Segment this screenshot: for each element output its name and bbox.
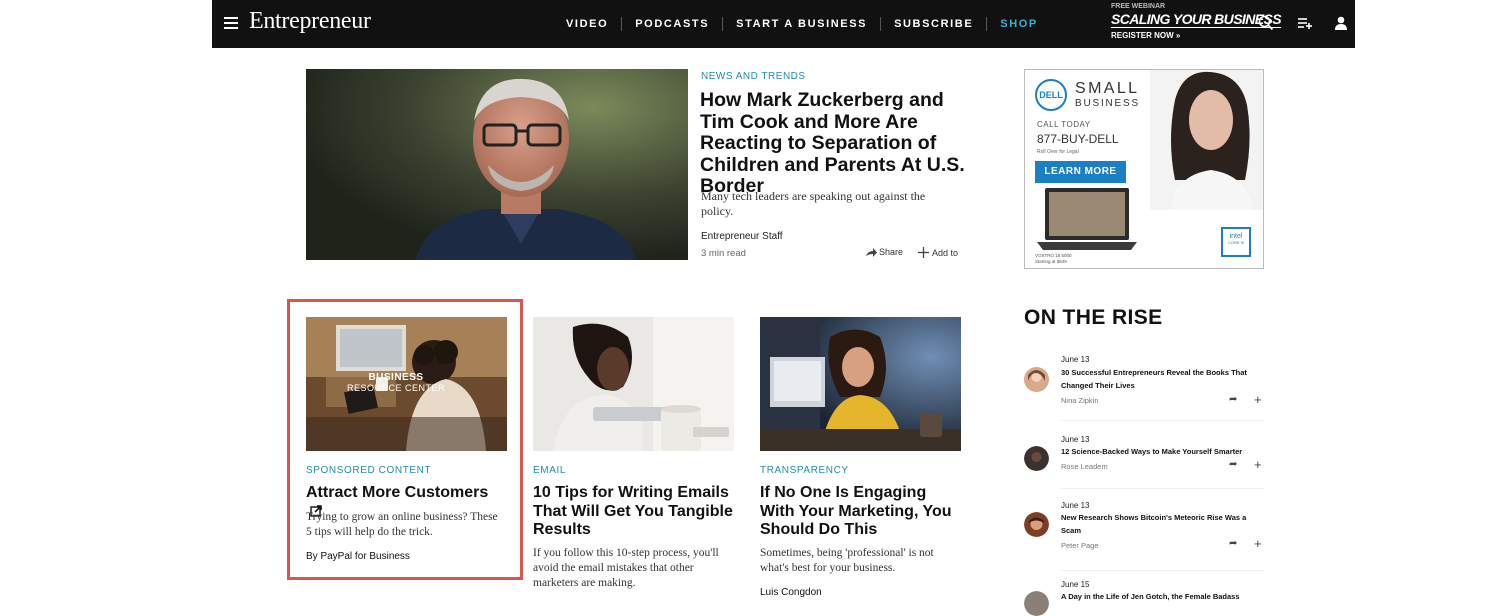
share-icon[interactable]: ➦ (1229, 394, 1237, 405)
nav-links: VIDEO PODCASTS START A BUSINESS SUBSCRIB… (553, 17, 1051, 31)
highlight-box (287, 299, 523, 580)
dell-logo: DELL (1035, 79, 1067, 111)
hero-read-time: 3 min read (701, 248, 746, 259)
hero-share-button[interactable]: Share (866, 247, 903, 257)
divider (1061, 570, 1264, 571)
rise-date: June 13 (1061, 501, 1090, 510)
share-icon[interactable]: ➦ (1229, 538, 1237, 549)
divider (1061, 420, 1264, 421)
card-description: Sometimes, being 'professional' is not w… (760, 547, 934, 574)
share-icon (866, 247, 877, 257)
rise-author[interactable]: Peter Page (1061, 541, 1099, 550)
left-gutter (0, 0, 212, 600)
user-icon[interactable] (1332, 14, 1350, 32)
share-icon[interactable]: ➦ (1229, 459, 1237, 470)
author-avatar (1024, 367, 1049, 392)
rise-title[interactable]: A Day in the Life of Jen Gotch, the Fema… (1061, 591, 1268, 604)
card-description: If you follow this 10-step process, you'… (533, 547, 719, 589)
rise-date: June 13 (1061, 355, 1090, 364)
rise-date: June 13 (1061, 435, 1090, 444)
hero-title[interactable]: How Mark Zuckerberg and Tim Cook and Mor… (700, 89, 970, 198)
card-photo (760, 317, 961, 451)
card-image[interactable] (760, 317, 961, 451)
nav-link-video[interactable]: VIDEO (553, 18, 621, 30)
plus-icon[interactable]: + (1254, 537, 1262, 550)
intel-core: CORE i5 (1228, 240, 1244, 245)
top-nav-bar: Entrepreneur VIDEO PODCASTS START A BUSI… (212, 0, 1355, 48)
nav-link-podcasts[interactable]: PODCASTS (622, 18, 722, 30)
site-logo[interactable]: Entrepreneur (249, 8, 371, 35)
webinar-promo[interactable]: FREE WEBINAR SCALING YOUR BUSINESS REGIS… (1111, 3, 1282, 40)
hero-add-button[interactable]: Add to (918, 247, 958, 258)
search-icon[interactable] (1257, 14, 1275, 32)
card-category[interactable]: TRANSPARENCY (760, 465, 849, 476)
ad-phone: 877-BUY-DELL (1037, 132, 1119, 146)
menu-icon[interactable] (224, 17, 238, 29)
hero-category[interactable]: NEWS AND TRENDS (701, 71, 806, 82)
share-label: Share (879, 247, 904, 257)
promo-title: SCALING YOUR BUSINESS (1111, 11, 1282, 28)
intel-label: intel (1229, 233, 1243, 240)
ad-call-today: CALL TODAY (1037, 120, 1091, 129)
plus-icon[interactable]: + (1254, 393, 1262, 406)
rise-date: June 15 (1061, 580, 1090, 589)
add-label: Add to (932, 247, 959, 258)
rise-title[interactable]: 12 Science-Backed Ways to Make Yourself … (1061, 446, 1271, 459)
rise-title[interactable]: New Research Shows Bitcoin's Meteoric Ri… (1061, 512, 1268, 537)
author-avatar (1024, 512, 1049, 537)
divider (1061, 488, 1264, 489)
ad-headline: SMALL (1075, 80, 1140, 97)
dell-advertisement[interactable]: DELL SMALL BUSINESS CALL TODAY 877-BUY-D… (1024, 69, 1264, 269)
learn-more-button[interactable]: LEARN MORE (1035, 161, 1126, 183)
rise-author[interactable]: Rose Leadem (1061, 462, 1108, 471)
playlist-add-icon[interactable] (1296, 14, 1314, 32)
plus-icon[interactable]: + (1254, 458, 1262, 471)
hero-author[interactable]: Entrepreneur Staff (701, 231, 783, 242)
hero-article-image[interactable] (306, 69, 688, 260)
ad-legal[interactable]: Roll Over for Legal (1037, 149, 1079, 155)
rise-title[interactable]: 30 Successful Entrepreneurs Reveal the B… (1061, 367, 1268, 392)
intel-badge: intel CORE i5 (1221, 227, 1251, 257)
plus-icon (918, 247, 929, 258)
card-byline[interactable]: Luis Congdon (760, 587, 822, 598)
card-image[interactable] (533, 317, 734, 451)
ad-starting: Starting at $549 (1035, 259, 1067, 264)
article-card[interactable]: TRANSPARENCY If No One Is Engaging With … (760, 317, 961, 598)
nav-link-start-a-business[interactable]: START A BUSINESS (723, 18, 880, 30)
article-card[interactable]: EMAIL 10 Tips for Writing Emails That Wi… (533, 317, 734, 589)
nav-link-shop[interactable]: SHOP (987, 18, 1051, 30)
nav-link-subscribe[interactable]: SUBSCRIBE (881, 18, 986, 30)
hero-photo (306, 69, 688, 260)
promo-cta: REGISTER NOW » (1111, 31, 1181, 40)
rise-author[interactable]: Nina Zipkin (1061, 396, 1099, 405)
hero-description: Many tech leaders are speaking out again… (701, 189, 926, 218)
on-the-rise-heading: ON THE RISE (1024, 306, 1163, 329)
author-avatar (1024, 446, 1049, 471)
card-category[interactable]: EMAIL (533, 465, 566, 476)
ad-price: VOSTRO 15 5000 Starting at $549 (1035, 253, 1072, 265)
ad-subheadline: BUSINESS (1075, 98, 1140, 109)
promo-kicker: FREE WEBINAR (1111, 3, 1166, 10)
card-photo (533, 317, 734, 451)
card-title[interactable]: If No One Is Engaging With Your Marketin… (760, 484, 960, 540)
card-title[interactable]: 10 Tips for Writing Emails That Will Get… (533, 484, 733, 540)
author-avatar (1024, 591, 1049, 616)
